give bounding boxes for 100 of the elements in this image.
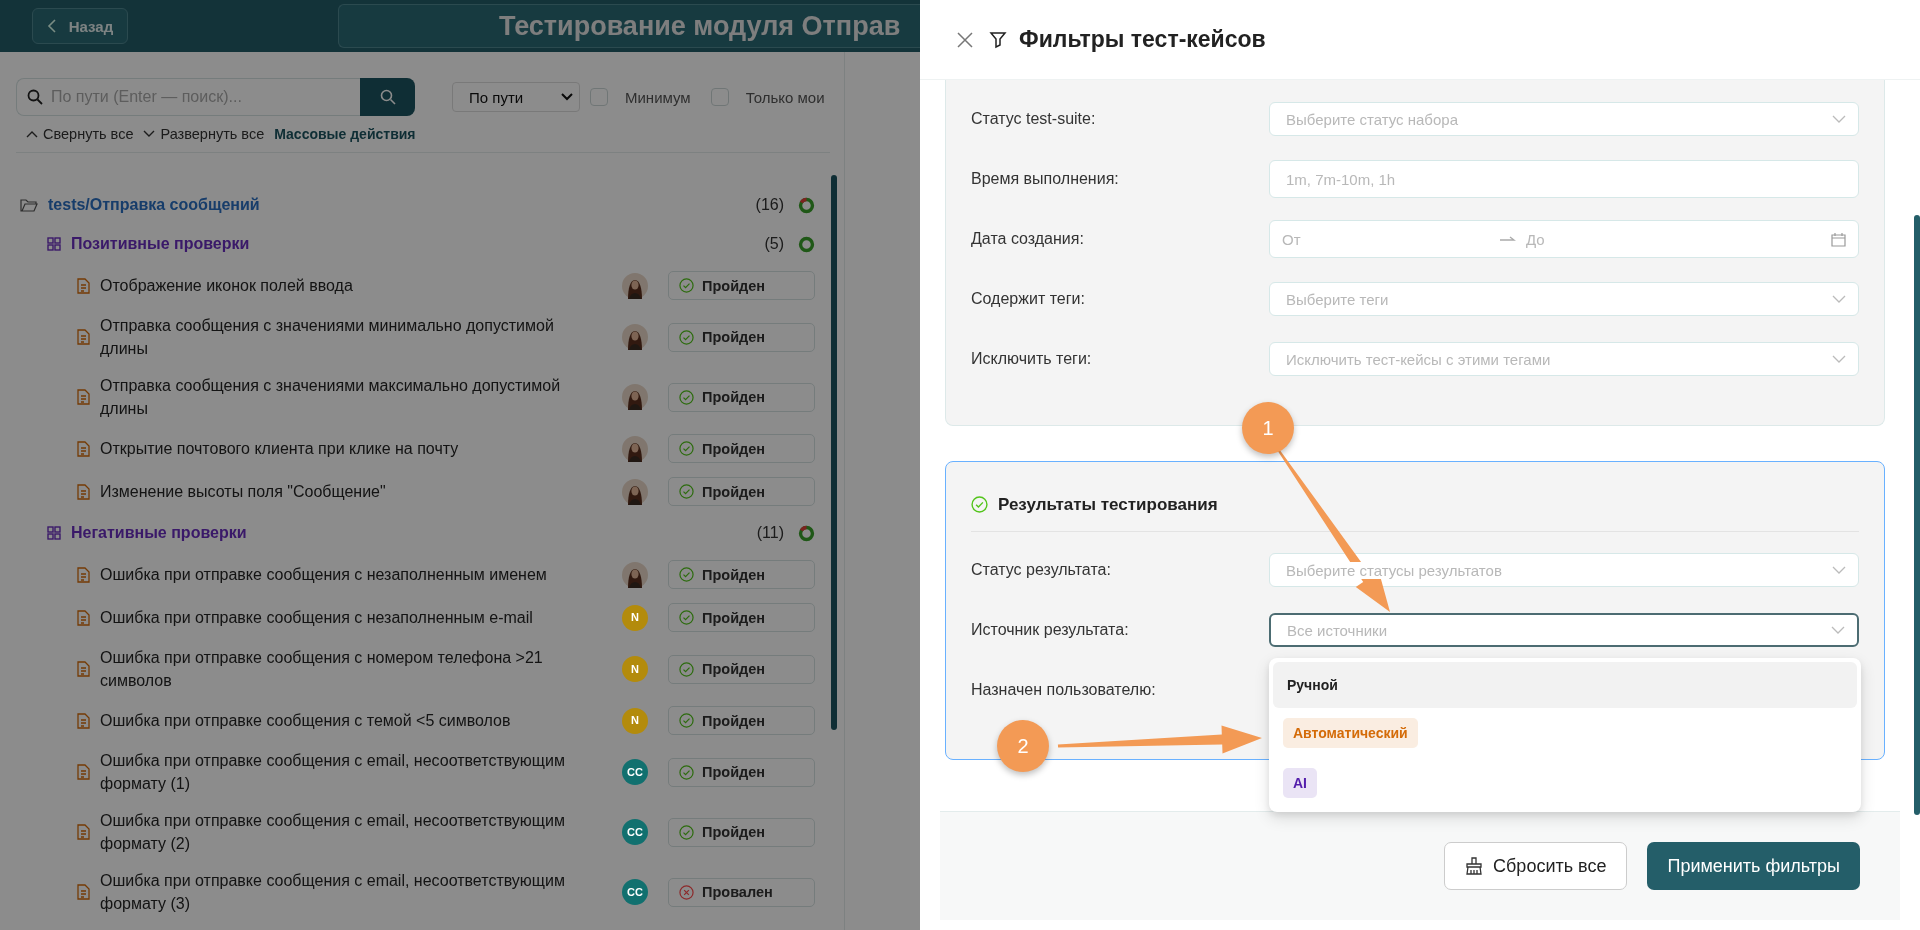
field-label: Статус test-suite:: [971, 110, 1097, 128]
avatar: CC: [622, 819, 648, 845]
source-tag: AI: [1283, 768, 1317, 798]
check-circle-icon: [679, 278, 694, 293]
avatar: N: [622, 656, 648, 682]
test-case-title[interactable]: Ошибка при отправке сообщения с email, несоответствующим формату (1): [100, 749, 600, 795]
test-case-title[interactable]: Отправка сообщения с значениями максимально допустимой длины: [100, 374, 600, 420]
checkbox[interactable]: [590, 88, 608, 106]
test-case-title[interactable]: Ошибка при отправке сообщения с незаполненным e-mail: [100, 606, 600, 629]
test-case-title[interactable]: Отображение иконок полей ввода: [100, 274, 600, 297]
chevron-down-icon: [1832, 115, 1846, 123]
document-icon: [77, 661, 90, 677]
test-case-title[interactable]: Ошибка при отправке сообщения с номером телефона >21 символов: [100, 646, 600, 692]
field-label: Исключить теги:: [971, 350, 1093, 368]
drawer-title: Фильтры тест-кейсов: [1019, 26, 1266, 53]
test-case-title[interactable]: Открытие почтового клиента при клике на почту: [100, 437, 600, 460]
test-case-title[interactable]: Ошибка при отправке сообщения с незаполненным именем: [100, 563, 600, 586]
reset-button[interactable]: Сбросить все: [1444, 842, 1628, 890]
dropdown-option[interactable]: AI: [1273, 758, 1857, 808]
status-button[interactable]: Пройден: [668, 477, 815, 506]
status-button[interactable]: Пройден: [668, 654, 815, 684]
expand-all-link[interactable]: Развернуть все: [143, 126, 265, 142]
field-label: Назначен пользователю:: [971, 681, 1157, 699]
test-case-title[interactable]: Ошибка при отправке сообщения с email, несоответствующим формату (2): [100, 809, 600, 855]
source-tag: Автоматический: [1283, 718, 1418, 748]
page-title: Тестирование модуля Отправ: [338, 4, 920, 48]
avatar: [622, 478, 648, 505]
field-label: Источник результата:: [971, 621, 1130, 639]
status-button[interactable]: Пройден: [668, 560, 815, 589]
scroll-thumb[interactable]: [1914, 215, 1920, 815]
chevron-left-icon: [46, 19, 57, 33]
chevron-down-icon: [1831, 626, 1845, 634]
check-circle-icon: [679, 441, 694, 456]
group-link[interactable]: Негативные проверки: [71, 524, 247, 542]
check-circle-icon: [679, 610, 694, 625]
document-icon: [77, 329, 90, 345]
avatar: [622, 272, 648, 299]
avatar: [622, 435, 648, 462]
scroll-thumb[interactable]: [831, 175, 837, 730]
document-icon: [77, 389, 90, 405]
folder-icon: [20, 198, 38, 212]
test-case-title[interactable]: Ошибка при отправке сообщения с темой <5 символов: [100, 709, 600, 732]
status-button[interactable]: Пройден: [668, 434, 815, 463]
apply-button[interactable]: Применить фильтры: [1647, 842, 1860, 890]
status-button[interactable]: Пройден: [668, 603, 815, 632]
test-case-title[interactable]: Изменение высоты поля "Сообщение": [100, 480, 600, 503]
broom-icon: [1465, 857, 1484, 875]
case-count: (5): [764, 235, 784, 253]
folder-link[interactable]: tests/Отправка сообщений: [48, 196, 260, 214]
avatar: CC: [622, 759, 648, 785]
status-button[interactable]: Провален: [668, 877, 815, 907]
document-icon: [77, 566, 90, 583]
avatar: [622, 324, 648, 350]
document-icon: [77, 884, 90, 900]
check-circle-icon: [679, 713, 694, 728]
close-icon[interactable]: [957, 31, 973, 48]
checkbox-label: Минимум: [625, 88, 691, 106]
search-icon: [27, 89, 43, 105]
check-circle-icon: [971, 496, 988, 513]
search-button[interactable]: [360, 78, 415, 116]
check-circle-icon: [679, 567, 694, 582]
status-button[interactable]: Пройден: [668, 382, 815, 412]
chevron-down-icon: [1832, 295, 1846, 303]
grid-icon: [47, 237, 61, 251]
field-label: Статус результата:: [971, 561, 1112, 579]
status-button[interactable]: Пройден: [668, 706, 815, 735]
group-link[interactable]: Позитивные проверки: [71, 235, 250, 253]
checkbox[interactable]: [710, 88, 729, 106]
avatar: [622, 561, 648, 588]
check-circle-icon: [679, 661, 694, 677]
dropdown-option[interactable]: Ручной: [1273, 662, 1857, 708]
case-count: (11): [756, 524, 784, 542]
avatar: [622, 384, 648, 410]
field-label: Дата создания:: [971, 230, 1085, 248]
document-icon: [77, 483, 90, 500]
checkbox-label: Только мои: [745, 88, 825, 106]
check-circle-icon: [679, 329, 694, 345]
collapse-all-link[interactable]: Свернуть все: [26, 126, 134, 142]
check-circle-icon: [679, 389, 694, 405]
document-icon: [77, 277, 90, 294]
case-count: (16): [755, 196, 784, 214]
dropdown-option[interactable]: Автоматический: [1273, 708, 1857, 758]
chevron-down-icon: [1832, 566, 1846, 574]
search-icon: [379, 89, 396, 105]
document-icon: [77, 440, 90, 457]
avatar: N: [622, 707, 648, 734]
status-button[interactable]: Пройден: [668, 271, 815, 300]
test-case-title[interactable]: Отправка сообщения с значениями минимально допустимой длины: [100, 314, 600, 360]
sort-select[interactable]: По пути: [452, 82, 580, 112]
back-button[interactable]: Назад: [32, 8, 128, 44]
calendar-icon: [1831, 231, 1846, 247]
field-label: Содержит теги:: [971, 290, 1086, 308]
bulk-actions-link[interactable]: Массовые действия: [274, 126, 416, 142]
cross-circle-icon: [679, 884, 694, 900]
test-case-title[interactable]: Ошибка при отправке сообщения с email, несоответствующим формату (3): [100, 869, 600, 915]
status-button[interactable]: Пройден: [668, 322, 815, 352]
chevron-down-icon: [143, 130, 156, 138]
status-button[interactable]: Пройден: [668, 817, 815, 847]
check-circle-icon: [679, 764, 694, 780]
status-button[interactable]: Пройден: [668, 757, 815, 787]
